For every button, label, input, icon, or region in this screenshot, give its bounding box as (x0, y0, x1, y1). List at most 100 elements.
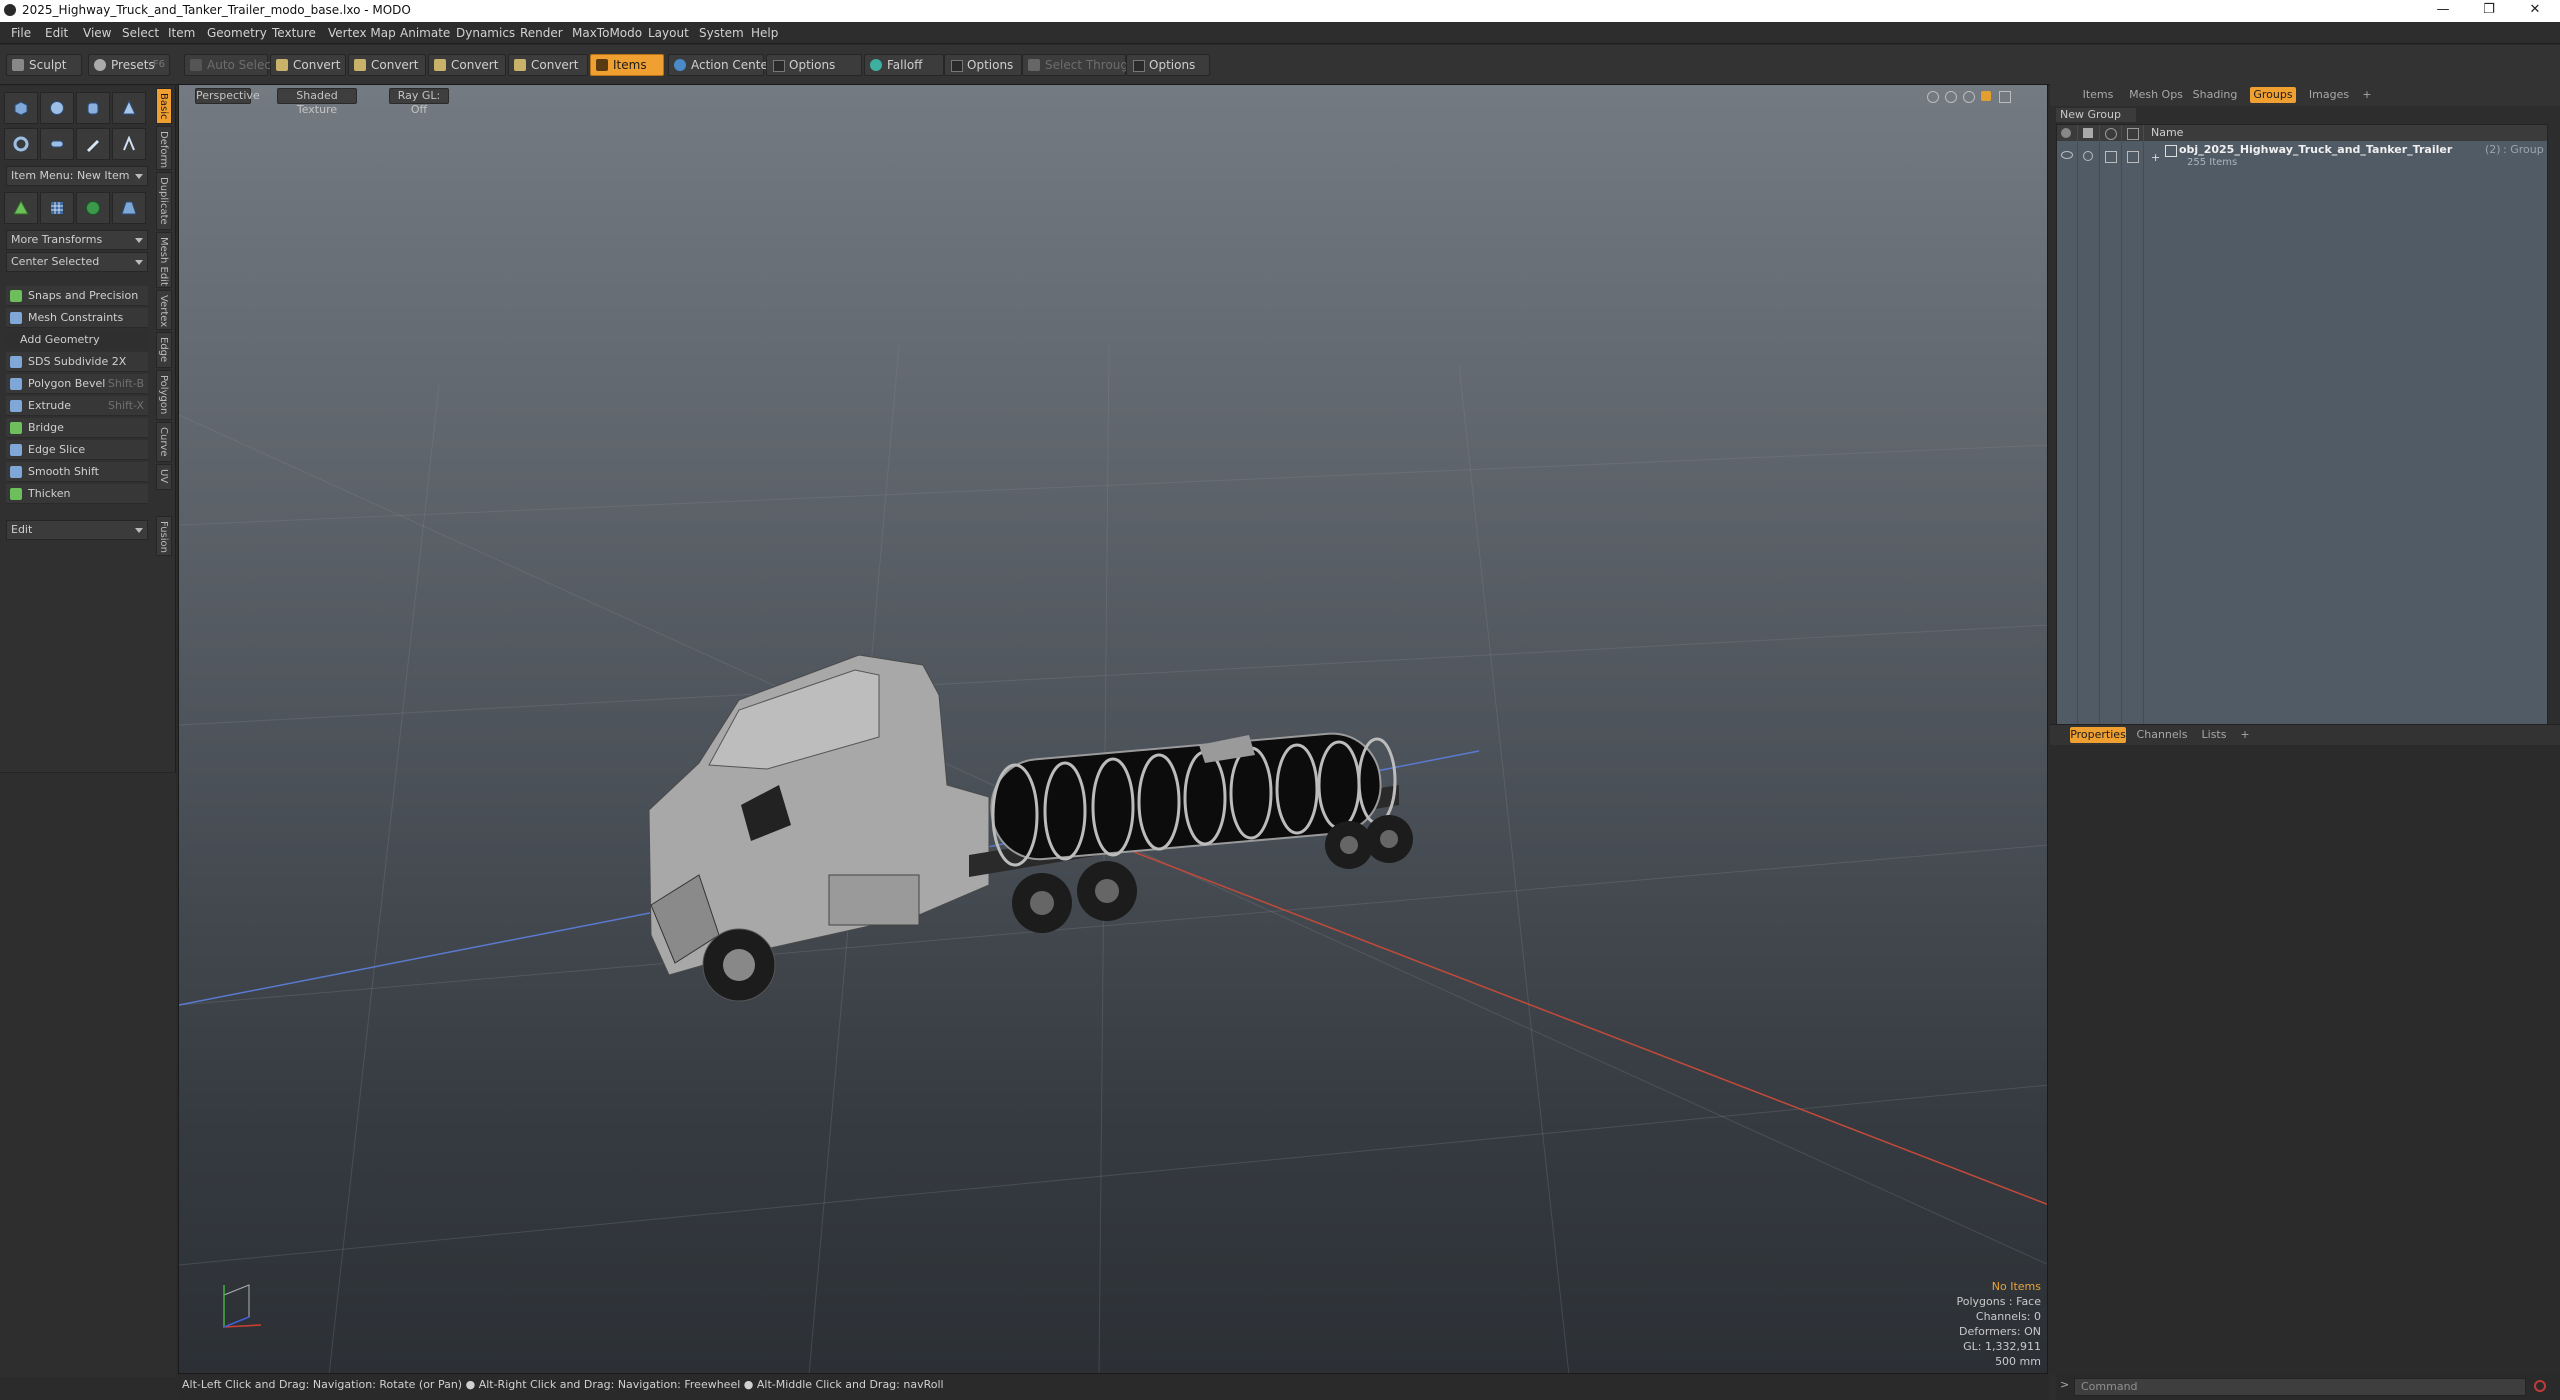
smooth-shift-button[interactable]: Smooth Shift (6, 462, 148, 482)
auto-select-button[interactable]: Auto Select (184, 54, 276, 76)
mesh-constraints-button[interactable]: Mesh Constraints (6, 308, 148, 328)
menu-maxtomodo[interactable]: MaxToModo (572, 26, 642, 40)
menu-item[interactable]: Item (168, 26, 195, 40)
polygon-bevel-button[interactable]: Polygon Bevel Shift-B (6, 374, 148, 394)
select-column-icon[interactable] (2127, 128, 2139, 140)
cylinder-primitive-button[interactable] (76, 92, 110, 124)
tab-mesh-ops[interactable]: Mesh Ops (2128, 87, 2184, 103)
select-through-button[interactable]: Select Through (1022, 54, 1136, 76)
lock-toggle-icon[interactable] (2105, 151, 2117, 163)
render-column-icon[interactable] (2083, 128, 2093, 138)
add-geometry-section[interactable]: Add Geometry (6, 330, 148, 350)
menu-vertex-map[interactable]: Vertex Map (328, 26, 396, 40)
transform-button[interactable] (4, 192, 38, 224)
sds-subdivide-button[interactable]: SDS Subdivide 2X (6, 352, 148, 372)
extrude-button[interactable]: Extrude Shift-X (6, 396, 148, 416)
bridge-button[interactable]: Bridge (6, 418, 148, 438)
sculpt-button[interactable]: Sculpt (6, 54, 82, 76)
menu-view[interactable]: View (83, 26, 111, 40)
falloff-button[interactable]: Falloff (864, 54, 944, 76)
torus-primitive-button[interactable] (4, 128, 38, 160)
tab-properties[interactable]: Properties (2070, 727, 2126, 743)
globe-button[interactable] (76, 192, 110, 224)
items-mode-button[interactable]: Items (590, 54, 664, 76)
tab-curve[interactable]: Curve (156, 422, 172, 462)
menu-help[interactable]: Help (751, 26, 778, 40)
menu-animate[interactable]: Animate (400, 26, 450, 40)
tab-lists[interactable]: Lists (2196, 727, 2232, 743)
tab-items[interactable]: Items (2078, 87, 2118, 103)
cube-primitive-button[interactable] (4, 92, 38, 124)
grid-button[interactable] (40, 192, 74, 224)
edge-slice-button[interactable]: Edge Slice (6, 440, 148, 460)
new-group-button[interactable]: New Group (2056, 108, 2136, 122)
menu-render[interactable]: Render (520, 26, 563, 40)
minimize-button[interactable]: — (2420, 0, 2466, 22)
select-toggle-icon[interactable] (2127, 151, 2139, 163)
menu-system[interactable]: System (699, 26, 744, 40)
center-selected-dropdown[interactable]: Center Selected (6, 252, 148, 272)
edit-dropdown[interactable]: Edit (6, 520, 148, 540)
text-tool-button[interactable] (112, 128, 146, 160)
edge-slice-icon (10, 444, 22, 456)
tab-uv[interactable]: UV (156, 464, 172, 490)
perspective-grid-button[interactable] (112, 192, 146, 224)
cone-primitive-button[interactable] (112, 92, 146, 124)
close-button[interactable]: ✕ (2512, 0, 2558, 22)
truck-model[interactable] (648, 654, 1413, 1002)
tab-edge[interactable]: Edge (156, 332, 172, 368)
tab-deform[interactable]: Deform (156, 126, 172, 170)
item-menu-dropdown[interactable]: Item Menu: New Item (6, 166, 148, 186)
convert-materials-button[interactable]: Convert (508, 54, 588, 76)
maximize-button[interactable]: ❐ (2466, 0, 2512, 22)
convert-polygons-button[interactable]: Convert (428, 54, 506, 76)
menu-layout[interactable]: Layout (648, 26, 689, 40)
options-checkbox-1[interactable] (773, 60, 785, 72)
menu-dynamics[interactable]: Dynamics (456, 26, 515, 40)
add-tab-icon[interactable]: + (2238, 727, 2252, 743)
visibility-column-icon[interactable] (2061, 128, 2071, 138)
menu-texture[interactable]: Texture (272, 26, 316, 40)
options-checkbox-2[interactable] (951, 60, 963, 72)
tab-fusion[interactable]: Fusion (156, 516, 172, 556)
expand-icon[interactable]: + (2151, 151, 2160, 164)
group-row[interactable]: + obj_2025_Highway_Truck_and_Tanker_Trai… (2057, 143, 2547, 173)
more-transforms-dropdown[interactable]: More Transforms (6, 230, 148, 250)
menu-edit[interactable]: Edit (45, 26, 68, 40)
menu-select[interactable]: Select (122, 26, 159, 40)
bridge-icon (10, 422, 22, 434)
eye-icon[interactable] (2061, 151, 2073, 159)
tab-images[interactable]: Images (2304, 87, 2354, 103)
record-icon[interactable] (2534, 1380, 2546, 1392)
tab-groups[interactable]: Groups (2250, 87, 2296, 103)
convert-edges-button[interactable]: Convert (348, 54, 426, 76)
action-center-button[interactable]: Action Center (668, 54, 773, 76)
options-button-1[interactable]: Options (766, 54, 862, 76)
presets-button[interactable]: Presets F6 (88, 54, 170, 76)
thicken-button[interactable]: Thicken (6, 484, 148, 504)
add-tab-icon[interactable]: + (2360, 87, 2374, 103)
lock-column-icon[interactable] (2105, 128, 2117, 140)
column-divider (2143, 125, 2144, 761)
snaps-precision-button[interactable]: Snaps and Precision (6, 286, 148, 306)
tab-shading[interactable]: Shading (2190, 87, 2240, 103)
column-divider (2099, 125, 2100, 761)
render-toggle-icon[interactable] (2083, 151, 2093, 161)
pen-tool-button[interactable] (76, 128, 110, 160)
tab-basic[interactable]: Basic (156, 88, 172, 124)
tab-mesh-edit[interactable]: Mesh Edit (156, 232, 172, 288)
command-input[interactable]: Command (2074, 1378, 2526, 1396)
tab-duplicate[interactable]: Duplicate (156, 172, 172, 230)
capsule-primitive-button[interactable] (40, 128, 74, 160)
options-button-2[interactable]: Options (944, 54, 1022, 76)
menu-geometry[interactable]: Geometry (207, 26, 267, 40)
tab-vertex[interactable]: Vertex (156, 290, 172, 330)
tab-channels[interactable]: Channels (2136, 727, 2188, 743)
options-button-3[interactable]: Options (1126, 54, 1210, 76)
sphere-primitive-button[interactable] (40, 92, 74, 124)
tab-polygon[interactable]: Polygon (156, 370, 172, 420)
3d-viewport[interactable]: Perspective Shaded Texture Ray GL: Off N… (178, 84, 2048, 1374)
menu-file[interactable]: File (11, 26, 31, 40)
convert-vertices-button[interactable]: Convert (270, 54, 346, 76)
options-checkbox-3[interactable] (1133, 60, 1145, 72)
